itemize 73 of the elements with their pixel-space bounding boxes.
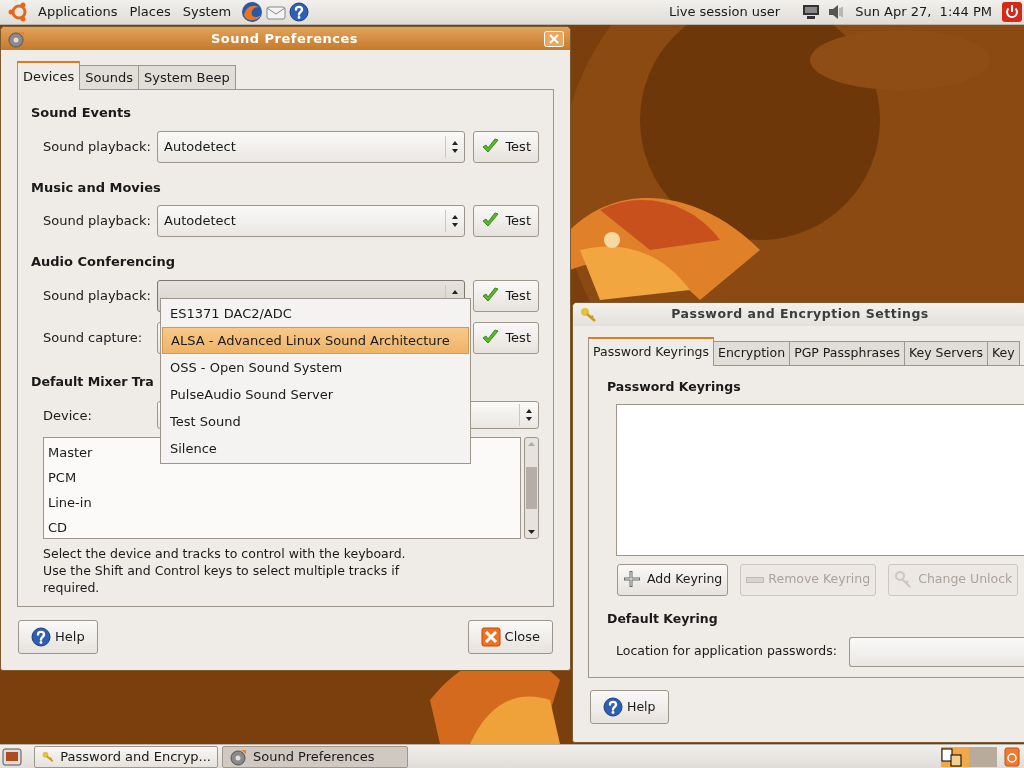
help-icon — [603, 697, 623, 717]
close-icon[interactable] — [544, 30, 564, 47]
tab[interactable]: Sounds — [79, 64, 139, 89]
dropdown[interactable]: Autodetect — [157, 205, 466, 237]
spinner-arrows-icon — [452, 215, 459, 227]
tab[interactable]: Key — [987, 341, 1020, 365]
button[interactable]: Test — [473, 279, 539, 312]
button[interactable]: Close — [467, 620, 553, 654]
dropdown[interactable]: Autodetect — [157, 130, 466, 163]
menu-item[interactable]: Test Sound — [162, 408, 469, 435]
plus-icon — [623, 569, 643, 590]
spinner-arrows-icon — [452, 140, 459, 153]
menu-item[interactable]: Silence — [162, 435, 469, 462]
window-title: Password and Encryption Settings — [670, 305, 930, 324]
close-icon — [480, 627, 501, 647]
clock[interactable]: Sun Apr 27, 1:44 PM — [849, 2, 998, 22]
user-name: Live session user — [668, 3, 781, 22]
tab[interactable]: PGP Passphrases — [789, 341, 905, 365]
tab[interactable]: System Beep — [137, 64, 236, 89]
minus-icon — [746, 576, 765, 583]
field-label: Sound playback: — [42, 137, 149, 156]
menu-item[interactable]: PulseAudio Sound Server — [162, 381, 469, 408]
show-desktop-icon[interactable] — [2, 746, 22, 767]
field-label: Sound playback: — [42, 286, 149, 305]
section-heading: Sound Events — [31, 104, 132, 122]
tab[interactable]: Devices — [17, 60, 81, 90]
button[interactable]: Test — [473, 130, 539, 163]
tab[interactable]: Encryption — [713, 341, 791, 365]
button[interactable]: Help — [18, 620, 98, 654]
button[interactable]: Add Keyring — [617, 563, 729, 596]
button[interactable]: Test — [473, 205, 539, 237]
globe-icon[interactable] — [241, 1, 264, 23]
tab[interactable]: Key Servers — [903, 341, 989, 365]
button[interactable]: Test — [473, 321, 539, 354]
list-item[interactable]: PCM — [44, 465, 520, 491]
field-label: Device: — [42, 406, 93, 425]
scrollbar-thumb[interactable] — [526, 467, 537, 510]
button[interactable]: Help — [590, 690, 669, 724]
section-heading: Default Keyring — [607, 609, 719, 628]
tab[interactable]: Password Keyrings — [588, 337, 714, 366]
menu-item[interactable]: ALSA - Advanced Linux Sound Architecture — [162, 327, 469, 354]
help-icon[interactable] — [289, 2, 310, 22]
list-item[interactable]: Line-in — [44, 490, 520, 516]
list-item[interactable]: CD — [44, 515, 520, 541]
volume-icon[interactable] — [827, 3, 846, 21]
sound-icon[interactable] — [7, 29, 25, 48]
section-heading: Default Mixer Tra — [31, 372, 155, 391]
menu-item[interactable]: ES1371 DAC2/ADC — [162, 300, 469, 327]
scrollbar[interactable] — [524, 437, 539, 540]
field-label: Location for application passwords: — [616, 642, 837, 661]
field-label: Sound playback: — [42, 212, 149, 231]
section-heading: Music and Movies — [31, 178, 162, 197]
taskbar-button[interactable]: Password and Encryp... — [34, 745, 218, 768]
taskbar-button[interactable]: Sound Preferences — [222, 745, 408, 768]
keys-icon[interactable] — [579, 305, 597, 324]
menu-item[interactable]: OSS - Open Sound System — [162, 354, 469, 381]
workspace-switcher-icon[interactable] — [941, 746, 997, 767]
trash-icon[interactable] — [1003, 746, 1021, 767]
field-label: Sound capture: — [42, 328, 144, 347]
up-arrow-icon — [452, 289, 459, 294]
dropdown[interactable] — [849, 636, 1024, 667]
hint-text: Select the device and tracks to control with the keyboard. Use the Shift and Control keys to select multiple tracks if required. — [43, 545, 407, 597]
window-title: Sound Preferences — [209, 29, 360, 48]
section-heading: Password Keyrings — [607, 378, 742, 396]
panel-menu[interactable]: Places — [123, 2, 177, 22]
sound-icon — [229, 747, 247, 766]
help-icon — [31, 627, 51, 647]
spinner-arrows-icon — [526, 409, 532, 422]
section-heading: Audio Conferencing — [31, 253, 176, 271]
power-icon[interactable] — [1002, 2, 1022, 22]
panel-menu[interactable]: Applications — [32, 2, 124, 22]
monitor-icon[interactable] — [802, 3, 821, 21]
panel-menu[interactable]: System — [176, 2, 238, 22]
